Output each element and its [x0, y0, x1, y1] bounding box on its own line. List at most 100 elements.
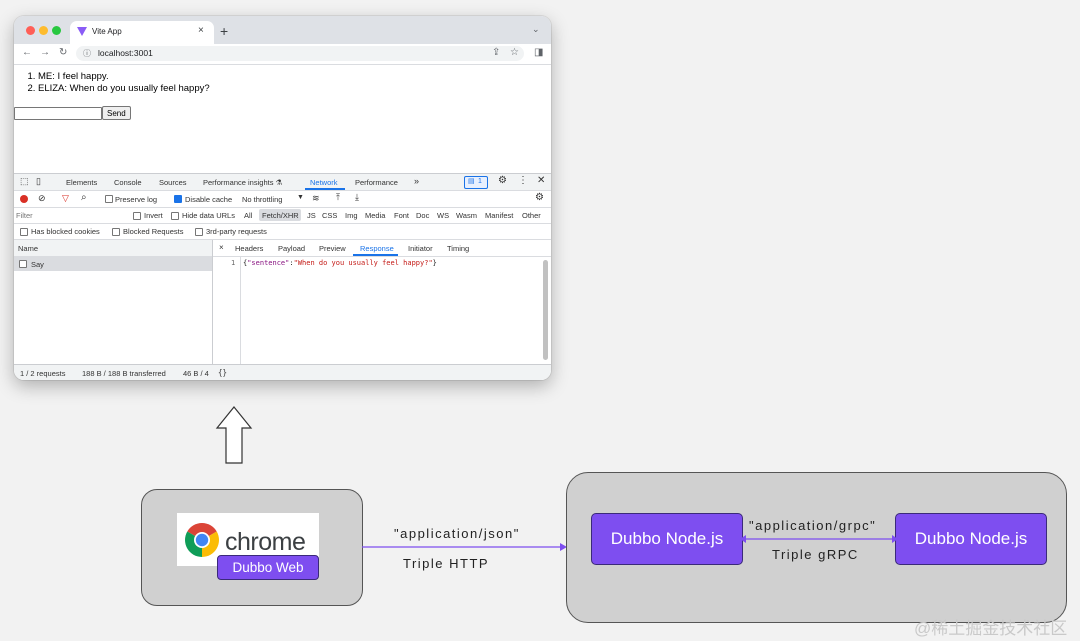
chrome-wordmark: chrome: [225, 528, 306, 556]
export-har-icon[interactable]: ⤓: [355, 192, 359, 203]
table-row[interactable]: Say: [14, 257, 212, 271]
tab-title: Vite App: [92, 27, 122, 36]
column-name[interactable]: Name: [18, 244, 38, 253]
resources-size: 46 B / 4: [183, 369, 209, 378]
minimize-window-button[interactable]: [39, 26, 48, 35]
invert-label: Invert: [144, 211, 163, 220]
settings-gear-icon[interactable]: ⚙: [498, 175, 507, 186]
device-toolbar-icon[interactable]: ▯: [36, 176, 41, 187]
forward-icon[interactable]: →: [40, 47, 50, 58]
address-bar[interactable]: ⓘ localhost:3001 ⇪ ☆: [76, 46, 524, 61]
message-input[interactable]: [14, 107, 102, 120]
kebab-menu-icon[interactable]: ⋮: [518, 175, 528, 186]
more-tabs-icon[interactable]: »: [414, 176, 419, 186]
share-icon[interactable]: ⇪: [492, 47, 500, 58]
send-button[interactable]: Send: [102, 106, 131, 120]
disable-cache-label: Disable cache: [185, 195, 233, 204]
line-gutter: 1: [213, 257, 241, 364]
vite-logo-icon: [77, 27, 87, 36]
blocked-requests-checkbox[interactable]: [112, 228, 120, 236]
type-filter-all[interactable]: All: [244, 211, 252, 220]
search-icon[interactable]: ⌕: [81, 192, 87, 203]
tab-sources[interactable]: Sources: [159, 178, 187, 187]
type-filter-doc[interactable]: Doc: [416, 211, 429, 220]
response-body[interactable]: {"sentence":"When do you usually feel ha…: [243, 259, 437, 267]
network-settings-gear-icon[interactable]: ⚙: [535, 192, 544, 203]
request-list-header: Name: [14, 240, 212, 257]
type-filter-font[interactable]: Font: [394, 211, 409, 220]
has-blocked-cookies-label: Has blocked cookies: [31, 227, 100, 236]
active-detail-tab-indicator: [353, 254, 398, 256]
third-party-checkbox[interactable]: [195, 228, 203, 236]
tab-network[interactable]: Network: [310, 178, 338, 187]
tab-console[interactable]: Console: [114, 178, 142, 187]
filter-funnel-icon[interactable]: ▽: [62, 193, 69, 204]
chrome-icon: [185, 523, 219, 557]
close-detail-icon[interactable]: ×: [219, 243, 224, 252]
browser-window: Vite App × + ⌄ ← → ↻ ⓘ localhost:3001 ⇪ …: [14, 16, 551, 380]
line-number: 1: [231, 259, 236, 267]
tab-response[interactable]: Response: [360, 244, 394, 253]
type-filter-css[interactable]: CSS: [322, 211, 337, 220]
type-filter-wasm[interactable]: Wasm: [456, 211, 477, 220]
invert-checkbox[interactable]: [133, 212, 141, 220]
tab-payload[interactable]: Payload: [278, 244, 305, 253]
devtools-panel: ⬚ ▯ Elements Console Sources Performance…: [14, 173, 551, 380]
tab-preview[interactable]: Preview: [319, 244, 346, 253]
close-window-button[interactable]: [26, 26, 35, 35]
tab-search-chevron-icon[interactable]: ⌄: [532, 24, 540, 35]
filter-bar: Invert Hide data URLs All Fetch/XHR JS C…: [14, 208, 551, 224]
has-blocked-cookies-checkbox[interactable]: [20, 228, 28, 236]
detail-tabbar: × Headers Payload Preview Response Initi…: [213, 240, 551, 257]
type-filter-img[interactable]: Img: [345, 211, 358, 220]
chevron-down-icon[interactable]: ▼: [297, 194, 304, 201]
throttling-select[interactable]: No throttling: [242, 195, 282, 204]
tab-close-icon[interactable]: ×: [198, 25, 204, 36]
transferred-size: 188 B / 188 B transferred: [82, 369, 166, 378]
back-icon[interactable]: ←: [22, 47, 32, 58]
list-item: ELIZA: When do you usually feel happy?: [38, 83, 210, 95]
tab-initiator[interactable]: Initiator: [408, 244, 433, 253]
import-har-icon[interactable]: ⤒: [336, 192, 340, 203]
tab-performance-insights[interactable]: Performance insights ⚗: [203, 178, 282, 187]
browser-tab[interactable]: Vite App ×: [70, 21, 214, 44]
disable-cache-checkbox[interactable]: [174, 195, 182, 203]
scrollbar[interactable]: [543, 260, 548, 360]
preserve-log-checkbox[interactable]: [105, 195, 113, 203]
tab-elements[interactable]: Elements: [66, 178, 97, 187]
type-filter-js[interactable]: JS: [307, 211, 316, 220]
type-filter-manifest[interactable]: Manifest: [485, 211, 513, 220]
clear-icon[interactable]: ⊘: [38, 193, 46, 204]
issues-badge[interactable]: ▤ 1: [464, 176, 488, 189]
tab-performance[interactable]: Performance: [355, 178, 398, 187]
inspect-element-icon[interactable]: ⬚: [20, 176, 29, 187]
tab-headers[interactable]: Headers: [235, 244, 263, 253]
hide-data-urls-label: Hide data URLs: [182, 211, 235, 220]
new-tab-button[interactable]: +: [220, 23, 228, 39]
hide-data-urls-checkbox[interactable]: [171, 212, 179, 220]
grpc-bidirectional-arrow: [740, 535, 898, 543]
record-icon[interactable]: [20, 195, 28, 203]
info-icon[interactable]: ⓘ: [83, 48, 91, 59]
filter-input[interactable]: [16, 210, 122, 220]
type-filter-other[interactable]: Other: [522, 211, 541, 220]
type-filter-media[interactable]: Media: [365, 211, 385, 220]
maximize-window-button[interactable]: [52, 26, 61, 35]
filter-bar-secondary: Has blocked cookies Blocked Requests 3rd…: [14, 224, 551, 240]
close-devtools-icon[interactable]: ✕: [537, 175, 545, 186]
type-filter-ws[interactable]: WS: [437, 211, 449, 220]
url-text: localhost:3001: [98, 48, 153, 58]
request-name: Say: [31, 260, 44, 269]
bookmark-star-icon[interactable]: ☆: [510, 47, 519, 58]
type-filter-fetch-xhr[interactable]: Fetch/XHR: [262, 211, 299, 220]
list-item: ME: I feel happy.: [38, 71, 210, 83]
pretty-print-button[interactable]: {}: [218, 368, 227, 377]
http-protocol-label: Triple HTTP: [403, 556, 490, 571]
devtools-tabbar: ⬚ ▯ Elements Console Sources Performance…: [14, 174, 551, 191]
issues-count: 1: [478, 178, 482, 185]
network-conditions-icon[interactable]: ≋: [312, 193, 320, 204]
reload-icon[interactable]: ↻: [59, 47, 67, 58]
sidebar-icon[interactable]: ◨: [534, 47, 543, 58]
dubbo-node-right: Dubbo Node.js: [895, 513, 1047, 565]
tab-timing[interactable]: Timing: [447, 244, 469, 253]
